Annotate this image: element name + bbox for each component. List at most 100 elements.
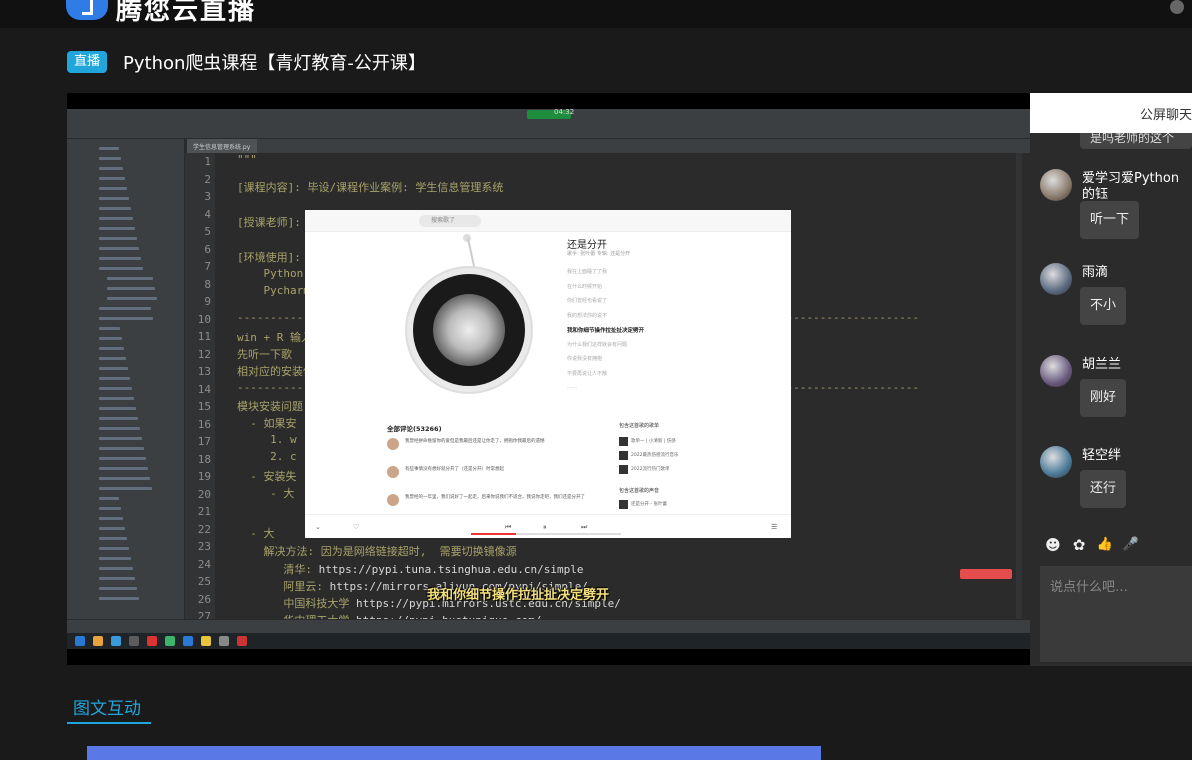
tree-item bbox=[99, 327, 120, 330]
tab-public-chat[interactable]: 公屏聊天 bbox=[1140, 104, 1192, 123]
tab-graphic-interaction[interactable]: 图文互动 bbox=[73, 694, 141, 719]
ide-tab-bar: 学生信息管理系统.py bbox=[187, 139, 1030, 153]
playlist-item-label: 2022流行热门歌单 bbox=[631, 467, 670, 472]
comment-item: 我曾经拼命挽留你的爱但是我最后还是让你走了，拥抱你我最后的遗憾 bbox=[387, 438, 597, 464]
playlist-item-label: 歌单一 | 小清新 | 伤感 bbox=[631, 439, 676, 444]
tree-item bbox=[99, 457, 146, 460]
tree-item bbox=[99, 257, 141, 260]
chat-avatar[interactable] bbox=[1040, 263, 1072, 295]
lyric-line: 在什么时候开始 bbox=[567, 283, 603, 290]
comment-avatar bbox=[387, 466, 399, 478]
taskbar-app-icon bbox=[75, 636, 85, 646]
tree-item bbox=[99, 237, 137, 240]
comments-title: 全部评论(53266) bbox=[387, 425, 442, 433]
playlist-thumb bbox=[619, 437, 628, 446]
lyric-subtitle: 我和你细节操作拉扯扯决定劈开 bbox=[427, 588, 610, 603]
line-number: 7 bbox=[204, 260, 211, 273]
tree-item bbox=[99, 527, 125, 530]
tree-item bbox=[99, 557, 131, 560]
top-bar: 腾您云直播 bbox=[0, 0, 1192, 28]
gift-icon[interactable]: ✿ bbox=[1070, 536, 1088, 554]
line-number: 17 bbox=[197, 435, 211, 448]
taskbar-app-icon bbox=[165, 636, 175, 646]
chat-input[interactable] bbox=[1040, 566, 1192, 662]
next-track-icon: ⏭ bbox=[581, 523, 588, 531]
line-number: 11 bbox=[197, 330, 211, 343]
microphone-icon[interactable]: 🎤 bbox=[1122, 536, 1140, 554]
line-number: 3 bbox=[204, 190, 211, 203]
tree-item bbox=[99, 247, 139, 250]
line-number: 9 bbox=[204, 295, 211, 308]
code-line: Pycharm bbox=[237, 284, 310, 297]
tree-item bbox=[99, 187, 127, 190]
tree-item bbox=[99, 197, 129, 200]
lyric-line: 为什么我们这样就会有问题 bbox=[567, 341, 628, 348]
tree-item bbox=[107, 297, 157, 300]
tree-item bbox=[99, 367, 128, 370]
code-text: 中国科技大学 bbox=[237, 597, 356, 610]
line-number: 23 bbox=[197, 540, 211, 553]
code-line: """ bbox=[237, 153, 257, 166]
line-number: 2 bbox=[204, 172, 211, 186]
pause-icon: ⏸ bbox=[543, 523, 547, 531]
chat-avatar[interactable] bbox=[1040, 355, 1072, 387]
tree-item bbox=[99, 207, 131, 210]
video-player[interactable]: 04:32 学生信息管理系统.py 1 2 3 4 5 6 7 8 9 10 11 12 13 14 15 1… bbox=[67, 93, 1030, 665]
chat-bubble: 刚好 bbox=[1080, 379, 1127, 417]
tree-item bbox=[99, 387, 132, 390]
user-avatar[interactable] bbox=[1170, 0, 1184, 14]
brand-name[interactable]: 腾您云直播 bbox=[116, 0, 256, 27]
line-number: 22 bbox=[197, 522, 211, 536]
line-number: 12 bbox=[197, 347, 211, 361]
playlist-item-label: 2022最热伤感流行音乐 bbox=[631, 453, 679, 458]
recording-time: 04:32 bbox=[554, 108, 575, 116]
lyric-line: 我和你细节操作拉扯扯决定劈开 bbox=[567, 328, 645, 334]
lyric-line: 不要再说让人不散 bbox=[567, 370, 608, 377]
playlist-thumb bbox=[619, 451, 628, 460]
tree-item bbox=[99, 347, 124, 350]
chat-toolbar: ☻ ✿ 👍 🎤 bbox=[1030, 528, 1192, 562]
playback-progress bbox=[471, 533, 621, 535]
comment-text: 有些事情没有想好就分开了（还是分开）时常想起 bbox=[405, 467, 504, 472]
line-number: 8 bbox=[204, 277, 211, 291]
code-line: 相对应的安装使 bbox=[237, 365, 314, 378]
tree-item bbox=[99, 147, 119, 150]
comment-text: 我曾经的一年里，我们说好了一起走，后来你说我们不适合，我说你走吧，我们还是分开了 bbox=[405, 495, 585, 500]
tree-item bbox=[99, 317, 153, 320]
line-number: 4 bbox=[204, 207, 211, 221]
code-line: - 大 bbox=[237, 487, 295, 500]
line-number: 13 bbox=[197, 365, 211, 378]
line-number: 20 bbox=[197, 487, 211, 501]
tree-item bbox=[99, 507, 121, 510]
chat-username: 轻空绊 bbox=[1082, 448, 1122, 463]
playlist-item: 2022最热伤感流行音乐 bbox=[619, 451, 709, 461]
chat-avatar[interactable] bbox=[1040, 446, 1072, 478]
comment-avatar bbox=[387, 438, 399, 450]
desktop-lyrics-toolbar bbox=[960, 569, 1012, 579]
like-icon[interactable]: 👍 bbox=[1096, 536, 1114, 554]
ide-scrollbar bbox=[1016, 153, 1022, 619]
line-number: 1 bbox=[204, 155, 211, 168]
tree-item bbox=[99, 267, 143, 270]
windows-taskbar bbox=[67, 633, 1030, 649]
tree-item bbox=[99, 417, 138, 420]
tree-item bbox=[99, 437, 142, 440]
ide-side-toolbar bbox=[67, 139, 79, 619]
lyric-line: 你说我没有拥抱 bbox=[567, 356, 603, 362]
brand-logo-icon[interactable] bbox=[66, 0, 108, 20]
emoji-icon[interactable]: ☻ bbox=[1044, 536, 1062, 554]
tree-item bbox=[107, 277, 153, 280]
tree-item bbox=[99, 477, 150, 480]
taskbar-app-icon bbox=[201, 636, 211, 646]
tree-item bbox=[99, 567, 133, 570]
sound-item: 还是分开 - 张叶蕾 bbox=[619, 500, 709, 510]
ide-file-tab: 学生信息管理系统.py bbox=[187, 139, 257, 153]
chat-bubble: 听一下 bbox=[1080, 201, 1140, 239]
chat-avatar[interactable] bbox=[1040, 169, 1072, 201]
playlist-thumb bbox=[619, 465, 628, 474]
taskbar-app-icon bbox=[147, 636, 157, 646]
tree-item bbox=[99, 397, 134, 400]
ide-file-tab-label: 学生信息管理系统.py bbox=[193, 144, 251, 151]
code-line: 模块安装问题: bbox=[237, 400, 310, 413]
chat-message-list[interactable]: 是吗老师的这个 爱学习爱Python的钰 听一下 雨滴 不小 胡兰兰 刚好 轻空绊 还行 bbox=[1030, 133, 1192, 528]
